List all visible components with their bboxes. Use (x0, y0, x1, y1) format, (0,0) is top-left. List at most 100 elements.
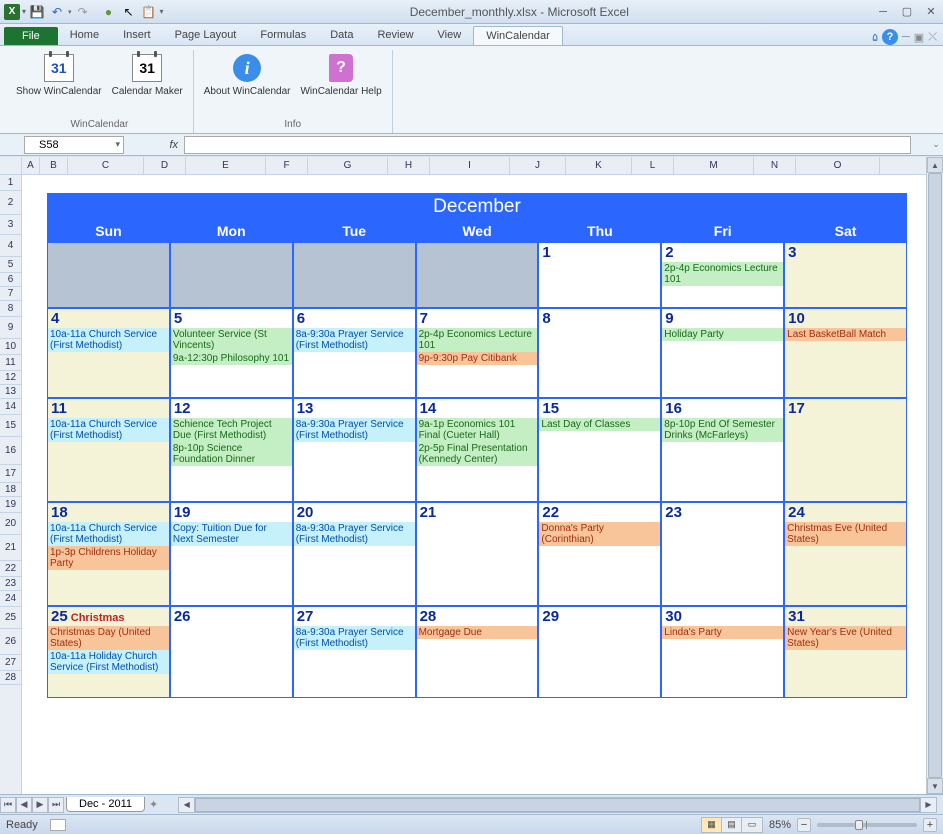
calendar-event[interactable]: Copy: Tuition Due for Next Semester (171, 522, 292, 546)
calendar-day[interactable] (293, 242, 416, 308)
column-header[interactable]: H (388, 157, 430, 174)
row-header[interactable]: 8 (0, 301, 21, 317)
calendar-maker-button[interactable]: 31 Calendar Maker (108, 50, 187, 117)
grid[interactable]: December SunMonTueWedThuFriSat 122p-4p E… (22, 175, 926, 794)
calendar-event[interactable]: New Year's Eve (United States) (785, 626, 906, 650)
calendar-event[interactable]: 8a-9:30a Prayer Service (First Methodist… (294, 626, 415, 650)
zoom-in-icon[interactable]: + (923, 818, 937, 832)
tab-data[interactable]: Data (318, 26, 365, 45)
row-header[interactable]: 17 (0, 465, 21, 483)
help-circle-icon[interactable]: ? (882, 29, 898, 45)
row-header[interactable]: 10 (0, 339, 21, 355)
save-icon[interactable]: 💾 (28, 3, 46, 21)
column-header[interactable]: K (566, 157, 632, 174)
row-header[interactable]: 27 (0, 655, 21, 671)
row-header[interactable]: 28 (0, 671, 21, 685)
scroll-up-icon[interactable]: ▲ (927, 157, 943, 173)
nav-first-icon[interactable]: ⏮ (0, 797, 16, 813)
row-header[interactable]: 4 (0, 235, 21, 257)
calendar-day[interactable]: 1110a-11a Church Service (First Methodis… (47, 398, 170, 502)
column-header[interactable]: A (22, 157, 40, 174)
calendar-day[interactable]: 72p-4p Economics Lecture 1019p-9:30p Pay… (416, 308, 539, 398)
nav-next-icon[interactable]: ▶ (32, 797, 48, 813)
row-header[interactable]: 23 (0, 577, 21, 591)
row-header[interactable]: 26 (0, 629, 21, 655)
undo-dropdown-icon[interactable]: ▾ (68, 8, 72, 16)
formula-expand-icon[interactable]: ⌄ (929, 139, 943, 150)
calendar-day[interactable]: 9Holiday Party (661, 308, 784, 398)
calendar-day[interactable]: 23 (661, 502, 784, 606)
workbook-restore-icon[interactable]: ▣ (914, 31, 924, 44)
calendar-event[interactable]: 8p-10p End Of Semester Drinks (McFarleys… (662, 418, 783, 442)
calendar-day[interactable]: 12Schience Tech Project Due (First Metho… (170, 398, 293, 502)
row-header[interactable]: 19 (0, 497, 21, 513)
column-header[interactable]: G (308, 157, 388, 174)
close-icon[interactable]: ✕ (923, 4, 939, 20)
calendar-day[interactable]: 168p-10p End Of Semester Drinks (McFarle… (661, 398, 784, 502)
calendar-day[interactable] (170, 242, 293, 308)
row-header[interactable]: 24 (0, 591, 21, 607)
row-header[interactable]: 14 (0, 399, 21, 415)
row-header[interactable]: 16 (0, 437, 21, 465)
calendar-event[interactable]: 10a-11a Church Service (First Methodist) (48, 328, 169, 352)
calendar-event[interactable]: 2p-5p Final Presentation (Kennedy Center… (417, 442, 538, 466)
column-header[interactable]: L (632, 157, 674, 174)
calendar-day[interactable]: 21 (416, 502, 539, 606)
row-header[interactable]: 3 (0, 215, 21, 235)
calendar-event[interactable]: 10a-11a Holiday Church Service (First Me… (48, 650, 169, 674)
calendar-day[interactable]: 1 (538, 242, 661, 308)
calendar-event[interactable]: 10a-11a Church Service (First Methodist) (48, 522, 169, 546)
calendar-event[interactable]: Last Day of Classes (539, 418, 660, 431)
calendar-day[interactable]: 22Donna's Party (Corinthian) (538, 502, 661, 606)
calendar-day[interactable]: 278a-9:30a Prayer Service (First Methodi… (293, 606, 416, 698)
tab-insert[interactable]: Insert (111, 26, 163, 45)
calendar-event[interactable]: Mortgage Due (417, 626, 538, 639)
column-header[interactable]: C (68, 157, 144, 174)
calendar-day[interactable]: 25 ChristmasChristmas Day (United States… (47, 606, 170, 698)
calendar-day[interactable]: 208a-9:30a Prayer Service (First Methodi… (293, 502, 416, 606)
workbook-close-icon[interactable]: ⤬ (928, 31, 937, 44)
calendar-day[interactable]: 10Last BasketBall Match (784, 308, 907, 398)
calendar-day[interactable]: 15Last Day of Classes (538, 398, 661, 502)
calendar-event[interactable]: 9a-12:30p Philosophy 101 (171, 352, 292, 365)
calendar-day[interactable]: 24Christmas Eve (United States) (784, 502, 907, 606)
calendar-event[interactable]: Last BasketBall Match (785, 328, 906, 341)
row-header[interactable]: 7 (0, 287, 21, 301)
calendar-event[interactable]: 8a-9:30a Prayer Service (First Methodist… (294, 328, 415, 352)
calendar-day[interactable]: 31New Year's Eve (United States) (784, 606, 907, 698)
row-header[interactable]: 20 (0, 513, 21, 535)
calendar-day[interactable]: 22p-4p Economics Lecture 101 (661, 242, 784, 308)
wincalendar-help-button[interactable]: ? WinCalendar Help (296, 50, 385, 117)
tab-formulas[interactable]: Formulas (248, 26, 318, 45)
calendar-day[interactable]: 29 (538, 606, 661, 698)
calendar-day[interactable]: 410a-11a Church Service (First Methodist… (47, 308, 170, 398)
column-header[interactable]: O (796, 157, 880, 174)
calendar-event[interactable]: 1p-3p Childrens Holiday Party (48, 546, 169, 570)
calendar-day[interactable]: 26 (170, 606, 293, 698)
calendar-event[interactable]: 8p-10p Science Foundation Dinner (171, 442, 292, 466)
macro-record-icon[interactable] (50, 819, 66, 831)
zoom-out-icon[interactable]: − (797, 818, 811, 832)
qat-pointer-icon[interactable]: ↖ (120, 3, 138, 21)
redo-icon[interactable]: ↷ (74, 3, 92, 21)
tab-wincalendar[interactable]: WinCalendar (473, 26, 563, 45)
page-break-view-icon[interactable]: ▭ (742, 818, 762, 832)
calendar-event[interactable]: 2p-4p Economics Lecture 101 (662, 262, 783, 286)
maximize-icon[interactable]: ▢ (899, 4, 915, 20)
calendar-event[interactable]: Linda's Party (662, 626, 783, 639)
workbook-min-icon[interactable]: ─ (902, 31, 910, 43)
nav-prev-icon[interactable]: ◀ (16, 797, 32, 813)
zoom-level[interactable]: 85% (769, 819, 791, 831)
scroll-down-icon[interactable]: ▼ (927, 778, 943, 794)
calendar-event[interactable]: 10a-11a Church Service (First Methodist) (48, 418, 169, 442)
qat-custom1-icon[interactable]: ● (100, 3, 118, 21)
column-header[interactable]: E (186, 157, 266, 174)
sheet-tab-dec-2011[interactable]: Dec - 2011 (66, 797, 145, 812)
name-box[interactable]: S58 (24, 136, 124, 154)
select-all-corner[interactable] (0, 157, 22, 175)
row-header[interactable]: 1 (0, 175, 21, 191)
row-header[interactable]: 6 (0, 273, 21, 287)
calendar-day[interactable] (47, 242, 170, 308)
row-header[interactable]: 25 (0, 607, 21, 629)
calendar-day[interactable]: 30Linda's Party (661, 606, 784, 698)
